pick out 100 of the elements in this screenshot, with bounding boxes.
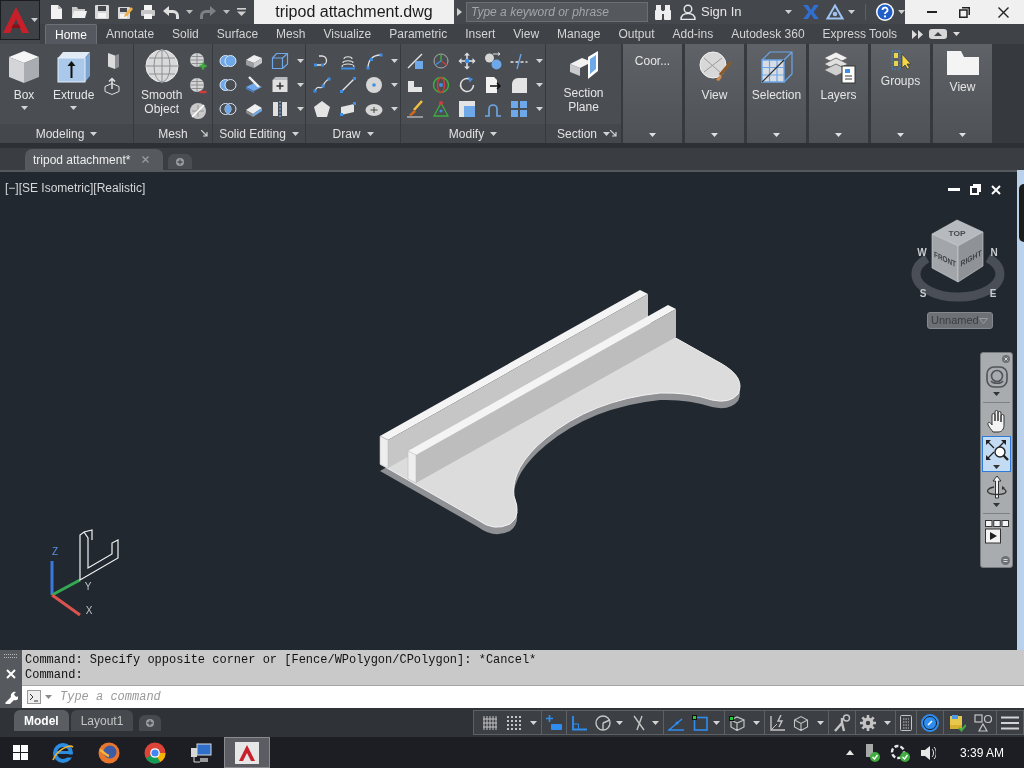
up-caret-icon[interactable] — [845, 750, 854, 755]
caret-icon[interactable] — [603, 131, 610, 136]
ribbon-large-button[interactable]: Box — [4, 44, 44, 110]
wrench-icon[interactable] — [4, 690, 18, 704]
spheres-arrow-icon[interactable] — [484, 52, 502, 70]
cube-icon[interactable] — [7, 49, 41, 83]
triangle-nodes-icon[interactable] — [432, 100, 450, 118]
caret-icon[interactable] — [993, 392, 1000, 396]
caret-icon[interactable] — [536, 83, 543, 87]
shapes-icon[interactable] — [974, 713, 992, 732]
dashed-line-icon[interactable] — [510, 52, 528, 70]
ribbon-large-button[interactable]: Section Plane — [560, 44, 607, 114]
right-angle-icon[interactable] — [571, 714, 587, 731]
close-icon[interactable] — [998, 6, 1009, 18]
launcher-arrow-icon[interactable] — [201, 130, 208, 137]
caret-icon[interactable] — [753, 720, 760, 725]
save-icon[interactable] — [94, 4, 110, 20]
plus-icon[interactable] — [146, 719, 155, 727]
ribbon-tab[interactable]: Visualize — [314, 24, 381, 44]
line-icon[interactable] — [339, 76, 357, 94]
cube-snap-icon[interactable] — [729, 714, 745, 731]
axes-lightning-icon[interactable] — [769, 714, 785, 731]
spline-icon[interactable] — [313, 76, 331, 94]
plus-icon[interactable] — [176, 157, 185, 166]
grip-dots-icon[interactable] — [4, 654, 18, 658]
document-arrow-icon[interactable] — [484, 76, 502, 94]
dot-grid-icon[interactable] — [506, 714, 522, 731]
circle-intersect-icon[interactable] — [219, 100, 237, 118]
caret-icon[interactable] — [530, 720, 537, 725]
wireframe-cube-icon[interactable] — [759, 50, 794, 84]
ribbon-large-button[interactable]: Smooth Object — [138, 44, 186, 116]
view-cube[interactable] — [931, 219, 984, 283]
square-grid-icon[interactable] — [510, 100, 528, 118]
ribbon-tab[interactable]: Express Tools — [813, 24, 907, 44]
steering-wheel-icon[interactable] — [985, 366, 1008, 388]
split-bars-icon[interactable] — [271, 100, 289, 118]
drive-check-icon[interactable] — [863, 743, 880, 762]
polar-circle-icon[interactable] — [595, 714, 611, 731]
arc-icon[interactable] — [365, 52, 383, 70]
gear-icon[interactable] — [860, 714, 876, 731]
pentagon-icon[interactable] — [313, 100, 331, 118]
caret-icon[interactable] — [366, 131, 374, 136]
caret-icon[interactable] — [20, 106, 28, 110]
block-icon[interactable] — [245, 52, 263, 70]
sphere-slash-icon[interactable] — [189, 102, 208, 120]
caret-icon[interactable] — [490, 131, 498, 136]
ribbon-tab[interactable]: Home — [45, 24, 97, 44]
diagonal-square-icon[interactable] — [406, 52, 424, 70]
group-cursor-icon[interactable] — [890, 50, 911, 70]
ribbon-large-button[interactable]: Extrude — [50, 44, 98, 110]
caret-icon[interactable] — [391, 59, 398, 63]
caret-icon[interactable] — [391, 107, 398, 111]
collapsed-panel-button[interactable]: Selection — [747, 44, 806, 143]
triangle-logo-icon[interactable] — [826, 4, 845, 20]
caret-icon[interactable] — [993, 503, 1000, 507]
app-menu-button[interactable] — [0, 0, 40, 40]
ribbon-tab[interactable]: Mesh — [267, 24, 315, 44]
menu-icon[interactable] — [1001, 715, 1019, 730]
zoom-extents-icon[interactable] — [984, 439, 1009, 461]
sphere-brush-icon[interactable] — [697, 50, 732, 84]
nested-squares-icon[interactable] — [458, 100, 476, 118]
caret-icon[interactable] — [536, 107, 543, 111]
collapsed-panel-button[interactable]: View — [685, 44, 744, 143]
e-logo-icon[interactable] — [52, 741, 74, 764]
ring-logo-icon[interactable] — [144, 741, 166, 764]
menu-circle-icon[interactable] — [1001, 556, 1010, 565]
taskbar-app-button[interactable] — [224, 737, 270, 768]
caret-icon[interactable] — [884, 720, 891, 725]
search-field[interactable]: Type a keyword or phrase — [466, 2, 648, 22]
layout-tab[interactable]: Model — [14, 710, 69, 731]
extrude-block-icon[interactable] — [56, 49, 91, 83]
navigation-tool-button[interactable] — [982, 436, 1011, 472]
ribbon-tab[interactable]: Add-ins — [663, 24, 723, 44]
caret-icon[interactable] — [297, 107, 304, 111]
circle-logo-icon[interactable] — [98, 741, 120, 764]
panel-toggle-icon[interactable] — [929, 29, 948, 39]
caret-icon[interactable] — [773, 133, 780, 137]
command-prompt-icon[interactable] — [27, 690, 41, 704]
section-plane-icon[interactable] — [567, 49, 600, 81]
caret-icon[interactable] — [649, 133, 656, 137]
orbit-rings-icon[interactable] — [432, 76, 450, 94]
caret-icon[interactable] — [713, 720, 720, 725]
collapsed-panel-button[interactable]: Layers — [809, 44, 868, 143]
expand-arrow-icon[interactable] — [457, 8, 462, 16]
ribbon-tab[interactable]: Solid — [163, 24, 208, 44]
clock-time[interactable]: 3:39 AM — [959, 743, 1004, 762]
rectangle-icon[interactable] — [339, 100, 357, 118]
grid-icon[interactable] — [482, 714, 498, 731]
ribbon-tab[interactable]: Output — [609, 24, 664, 44]
overlapping-circles-icon[interactable] — [219, 52, 237, 70]
caret-icon[interactable] — [959, 133, 966, 137]
save-as-icon[interactable] — [117, 4, 133, 20]
caret-icon[interactable] — [90, 131, 98, 136]
paintbrush-icon[interactable] — [406, 100, 424, 118]
mesh-sphere-plus-icon[interactable] — [189, 52, 208, 70]
viewport-controls-label[interactable]: [−][SE Isometric][Realistic] — [5, 179, 146, 197]
caret-icon[interactable] — [785, 10, 793, 14]
caret-icon[interactable] — [652, 720, 659, 725]
mesh-sphere-icon[interactable] — [144, 49, 179, 83]
plus-bar-icon[interactable] — [546, 714, 562, 731]
